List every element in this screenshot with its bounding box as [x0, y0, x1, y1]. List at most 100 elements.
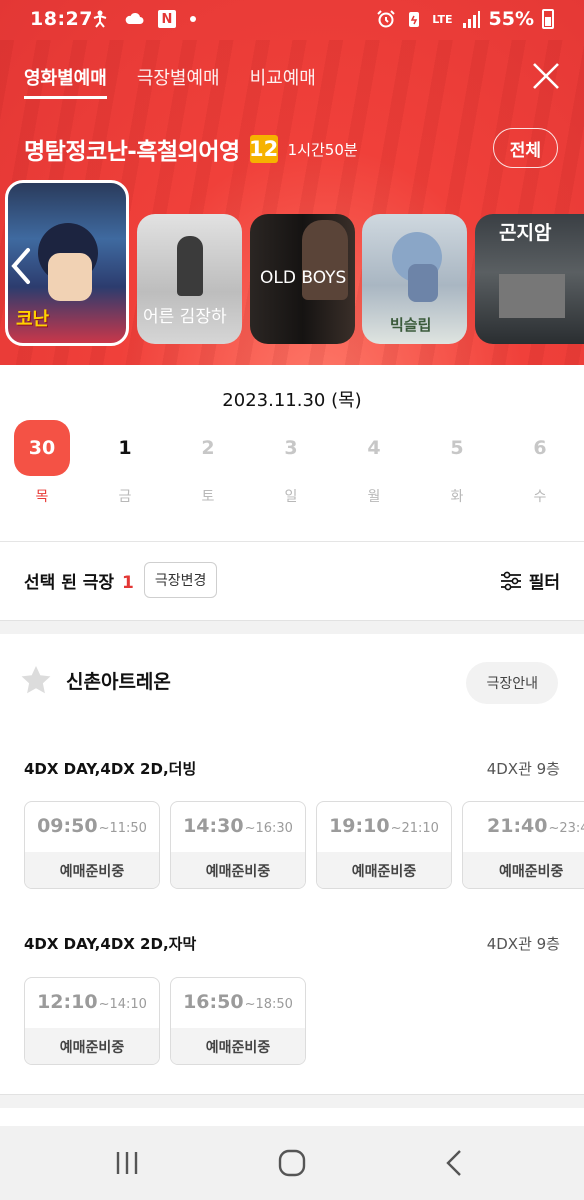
showtime-start: 19:10 — [329, 815, 390, 837]
movie-header: 18:27 N LTE 55% 영화별예매 극장별예매 비교예매 명탐정코난-흑… — [0, 0, 584, 365]
hall-info: 4DX관 9층 — [486, 760, 560, 778]
day-item[interactable]: 4 월 — [346, 420, 402, 506]
day-number: 2 — [201, 437, 215, 459]
showtime-status: 예매준비중 — [25, 852, 159, 888]
booking-tabs: 영화별예매 극장별예매 비교예매 — [24, 64, 316, 99]
day-number: 4 — [367, 437, 381, 459]
selected-date-label: 2023.11.30 (목) — [222, 390, 362, 411]
format-name: 4DX DAY,4DX 2D,더빙 — [24, 760, 197, 778]
network-type: LTE — [432, 12, 453, 26]
format-row: 4DX DAY,4DX 2D,자막 4DX관 9층 — [24, 933, 560, 954]
battery-icon — [542, 9, 554, 29]
showtime-end: ~14:10 — [98, 997, 147, 1012]
showtime-card[interactable]: 19:10 ~21:10 예매준비중 — [316, 801, 452, 889]
showtime-start: 14:30 — [183, 815, 244, 837]
showtime-start: 09:50 — [37, 815, 98, 837]
movie-runtime: 1시간50분 — [287, 140, 358, 159]
day-item[interactable]: 5 화 — [429, 420, 485, 506]
day-number: 30 — [14, 420, 70, 476]
battery-level: 55% — [488, 8, 534, 30]
change-theater-button[interactable]: 극장변경 — [143, 562, 218, 598]
theater-name: 신촌아트레온 — [66, 670, 171, 693]
day-number: 6 — [533, 437, 547, 459]
status-time: 18:27 — [30, 8, 93, 30]
naver-icon: N — [158, 10, 176, 28]
alarm-icon — [377, 10, 396, 28]
close-icon[interactable] — [530, 60, 562, 92]
showtime-status: 예매준비중 — [25, 1028, 159, 1064]
poster-text-conan: 코난 — [16, 309, 50, 330]
day-item[interactable]: 6 수 — [512, 420, 568, 506]
day-number: 3 — [284, 437, 298, 459]
showtime-end: ~16:30 — [244, 821, 293, 836]
selected-theater-label: 선택 된 극장 — [24, 572, 115, 593]
showtime-status: 예매준비중 — [171, 1028, 305, 1064]
section-separator — [0, 620, 584, 634]
showtime-start: 21:40 — [487, 815, 548, 837]
day-of-week: 금 — [118, 489, 132, 505]
home-icon[interactable] — [275, 1146, 309, 1180]
poster-text-oreun: 어른 김장하 — [143, 307, 227, 327]
back-icon[interactable] — [438, 1146, 472, 1180]
selected-theater-row: 선택 된 극장 1 극장변경 — [24, 562, 218, 598]
theater-guide-button[interactable]: 극장안내 — [466, 662, 558, 704]
status-bar: 18:27 N LTE 55% — [0, 0, 584, 40]
showtime-end: ~18:50 — [244, 997, 293, 1012]
day-of-week: 일 — [284, 489, 298, 505]
day-number: 1 — [118, 437, 132, 459]
showtime-end: ~11:50 — [98, 821, 147, 836]
format-name: 4DX DAY,4DX 2D,자막 — [24, 935, 197, 953]
poster-old-boys[interactable]: OLD BOYS — [250, 214, 355, 344]
signal-icon — [462, 11, 480, 28]
tab-compare[interactable]: 비교예매 — [250, 64, 316, 99]
poster-text-old-boys: OLD BOYS — [260, 268, 347, 288]
filter-label: 필터 — [528, 573, 560, 593]
accessibility-icon — [93, 10, 107, 28]
showtime-card[interactable]: 21:40~23:40 예매준비중 — [462, 801, 584, 889]
filter-button[interactable]: 필터 — [499, 568, 560, 593]
poster-oreun-gimjangha[interactable]: 어른 김장하 — [137, 214, 242, 344]
day-number: 5 — [450, 437, 464, 459]
carousel-prev-icon[interactable] — [8, 246, 34, 286]
showtime-status: 예매준비중 — [317, 852, 451, 888]
showtime-status: 예매준비중 — [171, 852, 305, 888]
day-of-week: 토 — [201, 489, 215, 505]
showtime-card[interactable]: 12:10 ~14:10 예매준비중 — [24, 977, 160, 1065]
cloud-icon — [125, 12, 144, 24]
favorite-star-icon[interactable] — [20, 664, 52, 696]
showtime-status: 예매준비중 — [463, 852, 584, 888]
poster-gonjiam[interactable]: 곤지암 — [475, 214, 584, 344]
format-row: 4DX DAY,4DX 2D,더빙 4DX관 9층 — [24, 758, 560, 779]
day-item[interactable]: 30 목 — [14, 420, 70, 506]
notification-dot-icon — [190, 16, 196, 22]
all-movies-button[interactable]: 전체 — [492, 128, 558, 168]
battery-saver-icon — [409, 12, 420, 27]
age-rating-badge: 12 — [249, 135, 279, 163]
day-item[interactable]: 2 토 — [180, 420, 236, 506]
filter-icon — [500, 571, 521, 590]
movie-title: 명탐정코난-흑철의어영 — [24, 139, 240, 165]
showtime-end: ~21:10 — [390, 821, 439, 836]
section-separator — [0, 1094, 584, 1108]
selected-theater-count: 1 — [121, 572, 134, 593]
tab-by-theater[interactable]: 극장별예매 — [137, 64, 220, 99]
system-nav-bar — [0, 1126, 584, 1200]
showtime-start: 12:10 — [37, 991, 98, 1013]
poster-big-slip[interactable]: 빅슬립 — [362, 214, 467, 344]
showtime-card[interactable]: 16:50 ~18:50 예매준비중 — [170, 977, 306, 1065]
poster-carousel: 코난 어른 김장하 OLD BOYS 빅슬립 곤지암 — [0, 180, 584, 348]
day-item[interactable]: 1 금 — [97, 420, 153, 506]
theater-header: 신촌아트레온 — [20, 664, 171, 696]
day-item[interactable]: 3 일 — [263, 420, 319, 506]
divider — [0, 541, 584, 542]
hall-info: 4DX관 9층 — [486, 935, 560, 953]
day-of-week: 목 — [35, 489, 49, 505]
recent-apps-icon[interactable] — [110, 1146, 144, 1180]
day-of-week: 월 — [367, 489, 381, 505]
poster-text-gonjiam: 곤지암 — [499, 222, 552, 244]
tab-by-movie[interactable]: 영화별예매 — [24, 64, 107, 99]
showtime-start: 16:50 — [183, 991, 244, 1013]
day-of-week: 화 — [450, 489, 464, 505]
showtime-card[interactable]: 14:30 ~16:30 예매준비중 — [170, 801, 306, 889]
showtime-card[interactable]: 09:50 ~11:50 예매준비중 — [24, 801, 160, 889]
